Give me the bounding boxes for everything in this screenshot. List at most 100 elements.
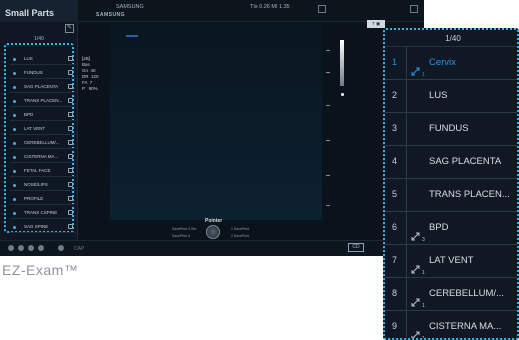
protocol-number: 6 [392,222,398,232]
protocol-number: 3 [392,123,398,133]
gray-scale-bar [340,40,344,86]
sidebar-protocol-item[interactable]: CEREBELLUM/... [10,137,76,149]
sidebar-protocol-item[interactable]: LUS [10,53,76,65]
item-marker-icon [13,156,16,159]
sidebar-protocol-item[interactable]: TRANS CSPINE [10,207,76,219]
imaging-parameters: [2B] Bas Gn 40 DR 120 FA 7 P 90% [82,56,99,91]
sidebar-protocol-item[interactable]: FETAL FACE [10,165,76,177]
item-marker-icon [13,72,16,75]
protocol-label: FUNDUS [429,123,469,134]
protocol-row[interactable]: 7 1 LAT VENT [385,245,517,278]
protocol-number: 5 [392,189,398,199]
camera-icon [68,56,73,61]
cd-button[interactable]: CD [348,243,364,252]
scan-count: 3 [422,237,425,243]
protocol-row[interactable]: 4 SAG PLACENTA [385,146,517,179]
sidebar-protocol-label: TRANS CSPINE [24,210,58,215]
item-marker-icon [13,226,16,229]
pause-icon[interactable] [18,245,24,251]
protocol-row[interactable]: 1 1 Cervix [385,47,517,80]
camera-icon [68,112,73,117]
product-caption: EZ-Exam™ [2,262,79,278]
protocol-label: TRANS PLACEN... [429,189,510,200]
protocol-row[interactable]: 8 1 CEREBELLUM/... [385,278,517,311]
ultrasound-screen: Small Parts ✎ 1/40 LUS FUNDUS SAG PLACENTA… [0,0,424,256]
probe-orientation-mark [126,35,138,37]
item-marker-icon [13,170,16,173]
sidebar-protocol-label: LUS [24,56,33,61]
row-divider [406,278,407,311]
camera-icon [68,84,73,89]
edit-icon[interactable]: ✎ [65,24,74,33]
sidebar-protocol-label: BPD [24,112,34,117]
depth-tick [326,50,330,51]
camera-icon [68,140,73,145]
protocol-label: LAT VENT [429,255,474,266]
item-marker-icon [13,86,16,89]
row-divider [406,179,407,212]
pointer-right-bottom: 2 SavePrint [231,234,250,238]
row-divider [406,245,407,278]
probe-tab[interactable]: T ▣ [367,20,385,28]
row-divider [406,80,407,113]
sidebar-protocol-item[interactable]: LAT VENT [10,123,76,135]
protocol-number: 4 [392,156,398,166]
protocol-number: 7 [392,255,398,265]
sidebar-page-indicator: 1/40 [34,36,44,42]
sidebar-protocol-item[interactable]: SAG PLACENTA [10,81,76,93]
item-marker-icon [13,212,16,215]
camera-icon [68,224,73,229]
sidebar-protocol-item[interactable]: FUNDUS [10,67,76,79]
heart-icon[interactable] [38,245,44,251]
sidebar-protocol-label: SAG SPINE [24,224,49,229]
sidebar-protocol-label: CISTERNA MA... [24,154,59,159]
protocol-label: SAG PLACENTA [429,156,502,167]
pointer-title: Pointer [205,218,223,224]
depth-tick [326,175,330,176]
protocol-row[interactable]: 2 LUS [385,80,517,113]
sidebar-protocol-item[interactable]: CISTERNA MA... [10,151,76,163]
scan-count: 1 [422,303,425,309]
depth-tick [326,205,330,206]
zoom-list-header: 1/40 [385,30,517,47]
sidebar-protocol-label: LAT VENT [24,126,46,131]
settings-icon[interactable] [318,5,326,13]
camera-icon [68,210,73,215]
image-display-area [110,24,322,220]
sidebar-protocol-label: NOSE/LIPS [24,182,48,187]
arrow-diagonal-icon [411,331,420,338]
sidebar-protocol-item[interactable]: BPD [10,109,76,121]
protocol-number: 8 [392,288,398,298]
square-icon[interactable] [58,245,64,251]
record-icon[interactable] [8,245,14,251]
camera-icon [68,168,73,173]
depth-tick [326,140,330,141]
arrow-diagonal-icon [411,67,420,76]
pointer-left-top: SavePrint 3 Set [172,227,197,231]
protocol-label: LUS [429,90,448,101]
camera-icon [68,98,73,103]
sidebar-protocol-label: TRANS PLACEN... [24,98,63,103]
pointer-left-bottom: SavePrint 4 [172,234,191,238]
depth-tick [326,72,330,73]
protocol-row[interactable]: 9 1 CISTERNA MA... [385,311,517,338]
sidebar-protocol-list: LUS FUNDUS SAG PLACENTA TRANS PLACEN... BPD L… [4,43,76,233]
sidebar-protocol-item[interactable]: SAG SPINE [10,221,76,233]
sidebar-protocol-item[interactable]: TRANS PLACEN... [10,95,76,107]
sidebar-protocol-label: FUNDUS [24,70,43,75]
sidebar-protocol-label: FETAL FACE [24,168,51,173]
sidebar-protocol-item[interactable]: NOSE/LIPS [10,179,76,191]
protocol-row[interactable]: 6 3 BPD [385,212,517,245]
stop-icon[interactable] [28,245,34,251]
pointer-knob[interactable] [206,225,220,239]
brand-logo-small: SAMSUNG [96,12,126,18]
arrow-diagonal-icon [411,232,420,241]
scan-count: 1 [422,270,425,276]
protocol-label: Cervix [429,57,456,68]
window-icon[interactable] [410,5,418,13]
item-marker-icon [13,128,16,131]
camera-icon [68,182,73,187]
protocol-row[interactable]: 3 FUNDUS [385,113,517,146]
protocol-row[interactable]: 5 TRANS PLACEN... [385,179,517,212]
sidebar-protocol-item[interactable]: PROFILE [10,193,76,205]
